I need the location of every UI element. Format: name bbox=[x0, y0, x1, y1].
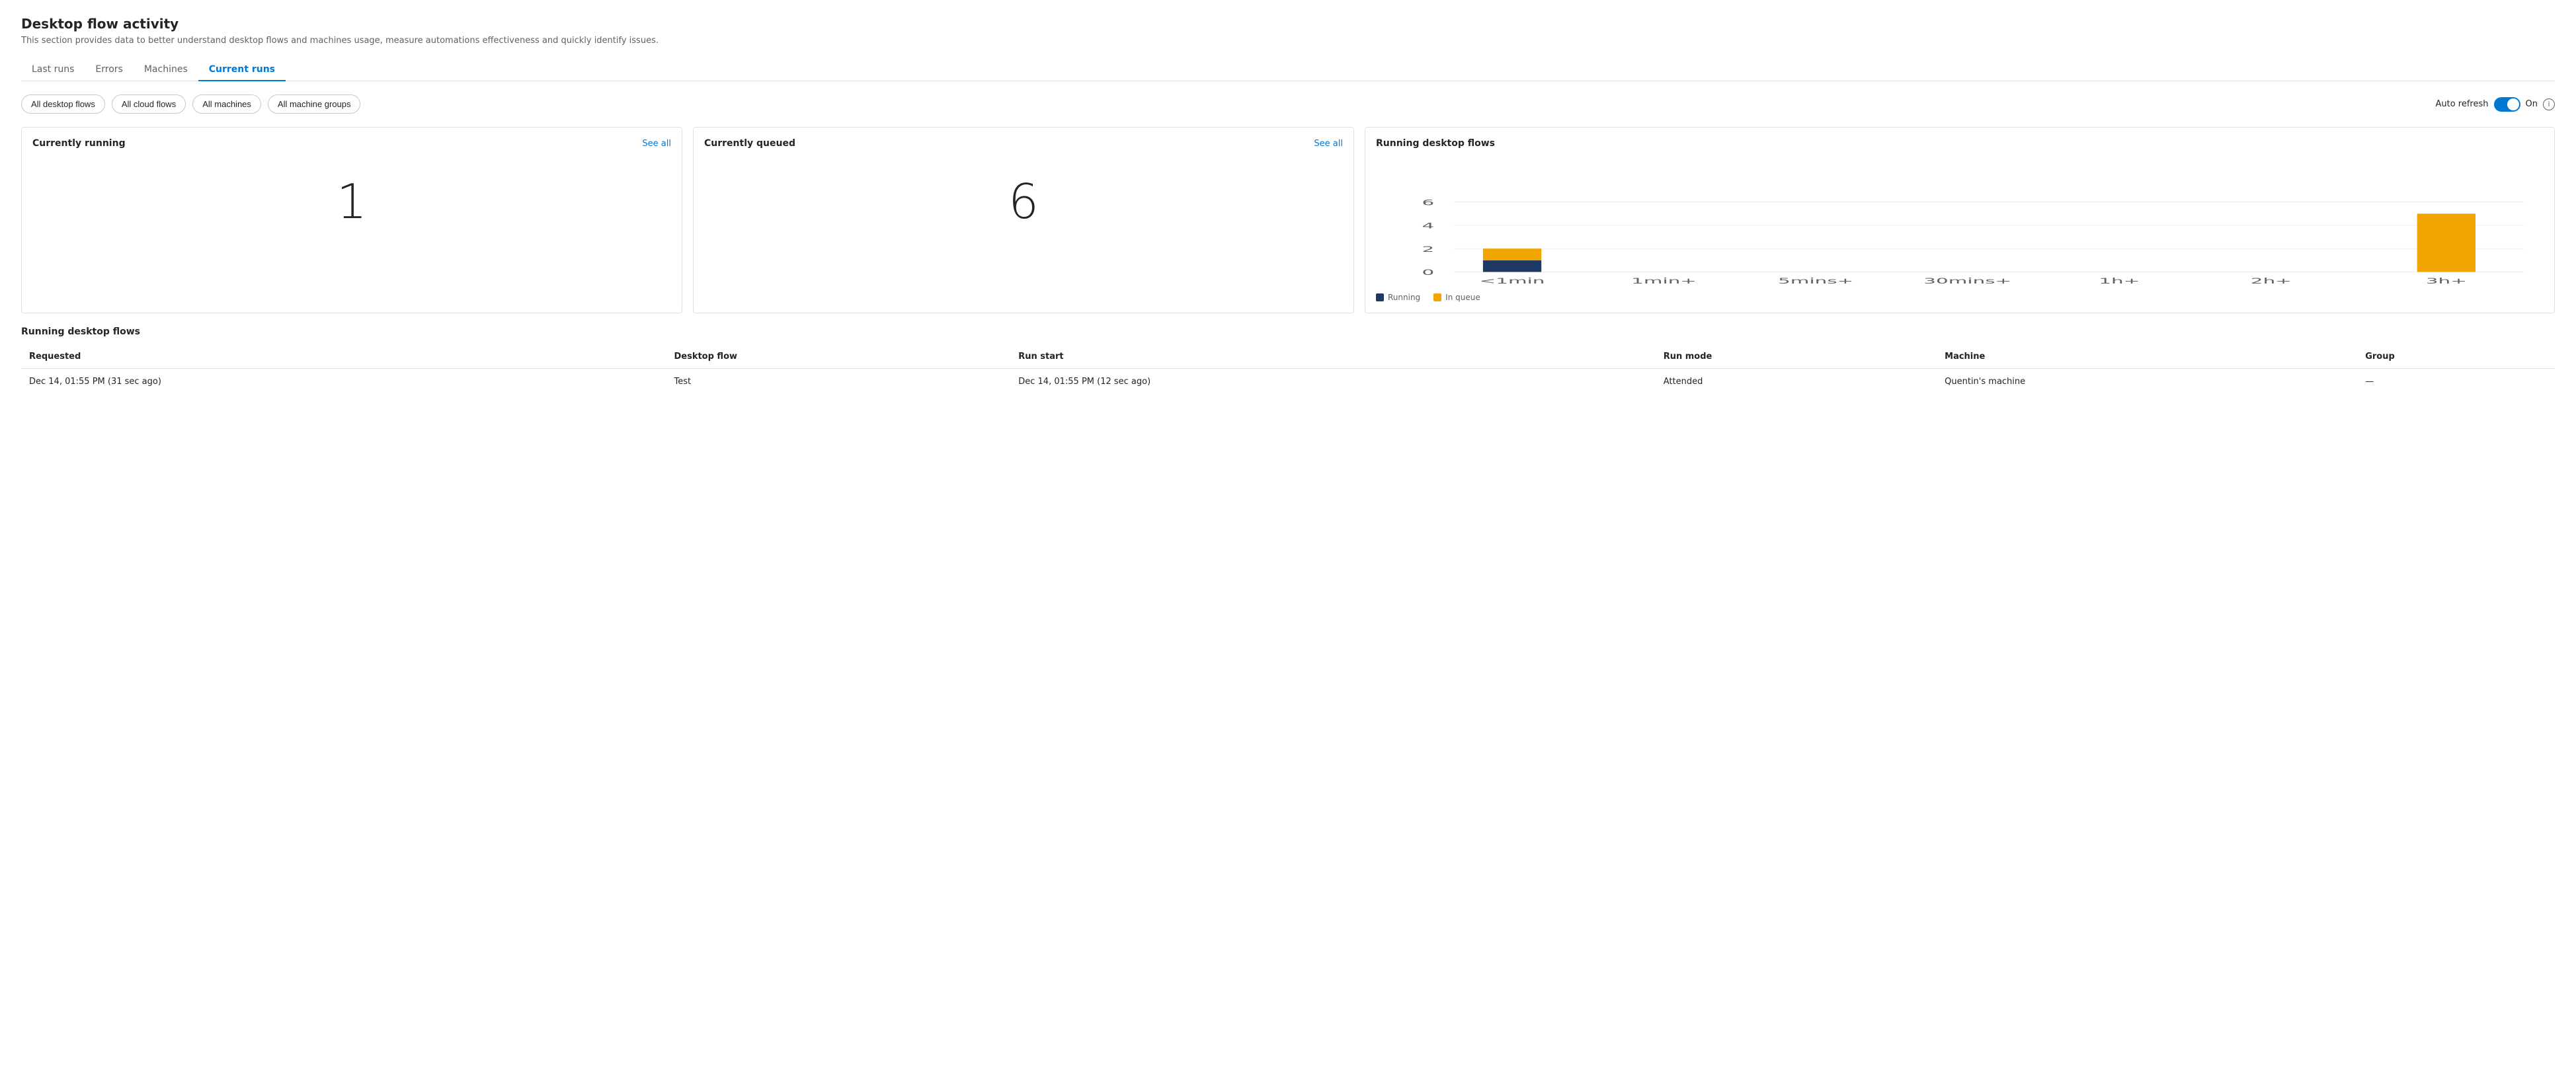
info-icon[interactable]: i bbox=[2543, 98, 2555, 110]
legend-running: Running bbox=[1376, 293, 1420, 302]
running-flows-chart-card: Running desktop flows 0 2 4 6 bbox=[1365, 127, 2555, 313]
running-table: Requested Desktop flow Run start Run mod… bbox=[21, 345, 2555, 395]
currently-queued-title: Currently queued bbox=[704, 138, 795, 149]
cell-requested: Dec 14, 01:55 PM (31 sec ago) bbox=[21, 369, 666, 395]
chart-legend: Running In queue bbox=[1376, 293, 2544, 302]
filter-all-machine-groups[interactable]: All machine groups bbox=[268, 95, 361, 114]
col-run-start: Run start bbox=[1010, 345, 1655, 369]
svg-text:2: 2 bbox=[1422, 245, 1435, 254]
chart-area: 0 2 4 6 bbox=[1376, 155, 2544, 287]
legend-running-label: Running bbox=[1388, 293, 1420, 302]
running-flows-chart-header: Running desktop flows bbox=[1376, 138, 2544, 149]
running-flows-chart-title: Running desktop flows bbox=[1376, 138, 1495, 149]
cell-group: — bbox=[2357, 369, 2555, 395]
tab-machines[interactable]: Machines bbox=[134, 59, 198, 81]
page-container: Desktop flow activity This section provi… bbox=[0, 0, 2576, 1072]
currently-running-header: Currently running See all bbox=[32, 138, 671, 149]
cards-row: Currently running See all 1 Currently qu… bbox=[21, 127, 2555, 313]
tabs-nav: Last runs Errors Machines Current runs bbox=[21, 59, 2555, 81]
col-run-mode: Run mode bbox=[1656, 345, 1937, 369]
svg-text:6: 6 bbox=[1422, 198, 1435, 208]
table-header-row: Requested Desktop flow Run start Run mod… bbox=[21, 345, 2555, 369]
auto-refresh-area: Auto refresh On i bbox=[2435, 97, 2555, 112]
cell-run-start: Dec 14, 01:55 PM (12 sec ago) bbox=[1010, 369, 1655, 395]
cell-desktop-flow: Test bbox=[666, 369, 1010, 395]
svg-text:5mins+: 5mins+ bbox=[1778, 277, 1853, 286]
page-subtitle: This section provides data to better und… bbox=[21, 36, 2555, 46]
svg-text:1min+: 1min+ bbox=[1631, 277, 1697, 286]
auto-refresh-toggle[interactable] bbox=[2494, 97, 2520, 112]
currently-running-see-all[interactable]: See all bbox=[642, 139, 671, 149]
bar-chart-svg: 0 2 4 6 bbox=[1376, 155, 2544, 287]
col-requested: Requested bbox=[21, 345, 666, 369]
page-title: Desktop flow activity bbox=[21, 16, 2555, 32]
table-row: Dec 14, 01:55 PM (31 sec ago) Test Dec 1… bbox=[21, 369, 2555, 395]
filters-row: All desktop flows All cloud flows All ma… bbox=[21, 95, 2555, 114]
currently-queued-value: 6 bbox=[704, 151, 1343, 239]
svg-text:3h+: 3h+ bbox=[2426, 277, 2467, 286]
svg-text:1h+: 1h+ bbox=[2099, 277, 2140, 286]
legend-inqueue-label: In queue bbox=[1445, 293, 1480, 302]
bar-lt1min-inqueue bbox=[1483, 249, 1541, 260]
legend-inqueue: In queue bbox=[1433, 293, 1480, 302]
svg-text:<1min: <1min bbox=[1480, 277, 1545, 286]
filter-all-desktop-flows[interactable]: All desktop flows bbox=[21, 95, 105, 114]
tab-last-runs[interactable]: Last runs bbox=[21, 59, 85, 81]
svg-text:2h+: 2h+ bbox=[2251, 277, 2292, 286]
currently-running-card: Currently running See all 1 bbox=[21, 127, 682, 313]
svg-text:0: 0 bbox=[1422, 268, 1435, 278]
filter-all-cloud-flows[interactable]: All cloud flows bbox=[112, 95, 186, 114]
currently-queued-card: Currently queued See all 6 bbox=[693, 127, 1354, 313]
running-table-title: Running desktop flows bbox=[21, 326, 2555, 337]
bar-3h-inqueue bbox=[2417, 213, 2475, 272]
col-group: Group bbox=[2357, 345, 2555, 369]
auto-refresh-label: Auto refresh bbox=[2435, 99, 2488, 109]
currently-running-value: 1 bbox=[32, 151, 671, 239]
currently-queued-see-all[interactable]: See all bbox=[1314, 139, 1343, 149]
auto-refresh-state: On bbox=[2526, 99, 2538, 109]
tab-errors[interactable]: Errors bbox=[85, 59, 133, 81]
page-header: Desktop flow activity This section provi… bbox=[21, 16, 2555, 46]
svg-text:4: 4 bbox=[1422, 221, 1435, 231]
svg-text:30mins+: 30mins+ bbox=[1923, 277, 2011, 286]
running-table-section: Running desktop flows Requested Desktop … bbox=[21, 326, 2555, 395]
tab-current-runs[interactable]: Current runs bbox=[198, 59, 286, 81]
col-machine: Machine bbox=[1937, 345, 2357, 369]
legend-inqueue-dot bbox=[1433, 293, 1441, 301]
col-desktop-flow: Desktop flow bbox=[666, 345, 1010, 369]
filter-all-machines[interactable]: All machines bbox=[192, 95, 261, 114]
bar-lt1min-running bbox=[1483, 260, 1541, 272]
legend-running-dot bbox=[1376, 293, 1384, 301]
table-header: Requested Desktop flow Run start Run mod… bbox=[21, 345, 2555, 369]
cell-machine: Quentin's machine bbox=[1937, 369, 2357, 395]
currently-queued-header: Currently queued See all bbox=[704, 138, 1343, 149]
cell-run-mode: Attended bbox=[1656, 369, 1937, 395]
table-body: Dec 14, 01:55 PM (31 sec ago) Test Dec 1… bbox=[21, 369, 2555, 395]
currently-running-title: Currently running bbox=[32, 138, 126, 149]
